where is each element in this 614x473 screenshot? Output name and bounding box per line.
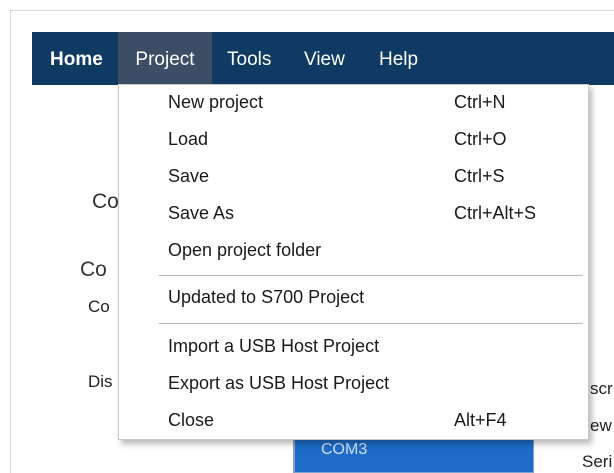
menu-item-import-usb-host[interactable]: Import a USB Host Project <box>119 329 588 366</box>
menu-item-open-project-folder[interactable]: Open project folder <box>119 233 588 270</box>
menu-item-new-project[interactable]: New project Ctrl+N <box>119 85 588 122</box>
background-label-fragment: Dis <box>88 372 113 391</box>
menu-item-shortcut: Alt+F4 <box>454 410 507 430</box>
background-text-fragment: ew <box>590 416 612 435</box>
background-heading-fragment: Co <box>92 190 119 213</box>
menu-home[interactable]: Home <box>50 32 103 85</box>
menu-project[interactable]: Project <box>118 32 212 85</box>
menu-view[interactable]: View <box>304 32 345 85</box>
menu-item-label: New project <box>168 92 264 112</box>
menu-bar: Home Project Tools View Help <box>32 32 614 85</box>
menu-item-shortcut: Ctrl+N <box>454 92 506 112</box>
background-text-fragment: scr <box>590 379 613 398</box>
menu-item-save[interactable]: Save Ctrl+S <box>119 159 588 196</box>
project-menu-dropdown: New project Ctrl+N Load Ctrl+O Save Ctrl… <box>118 84 589 440</box>
menu-tools[interactable]: Tools <box>227 32 271 85</box>
menu-item-export-usb-host[interactable]: Export as USB Host Project <box>119 366 588 403</box>
menu-item-close[interactable]: Close Alt+F4 <box>119 403 588 440</box>
menu-item-label: Updated to S700 Project <box>168 287 365 307</box>
background-section-fragment: Co <box>80 258 107 281</box>
menu-item-save-as[interactable]: Save As Ctrl+Alt+S <box>119 196 588 233</box>
menu-item-label: Save As <box>168 203 235 223</box>
menu-item-label: Close <box>168 410 215 430</box>
menu-item-label: Export as USB Host Project <box>168 373 390 393</box>
port-label: COM3 <box>321 441 368 458</box>
menu-separator <box>159 323 583 324</box>
menu-item-updated-to-s700[interactable]: Updated to S700 Project <box>119 280 588 317</box>
menu-help[interactable]: Help <box>379 32 418 85</box>
menu-item-shortcut: Ctrl+O <box>454 129 507 149</box>
menu-item-shortcut: Ctrl+S <box>454 166 505 186</box>
menu-separator <box>159 275 583 276</box>
background-text-fragment: Seri <box>582 452 613 471</box>
menu-item-load[interactable]: Load Ctrl+O <box>119 122 588 159</box>
background-label-fragment: Co <box>88 297 110 316</box>
menu-item-shortcut: Ctrl+Alt+S <box>454 203 537 223</box>
menu-item-label: Load <box>168 129 209 149</box>
menu-item-label: Import a USB Host Project <box>168 336 380 356</box>
menu-item-label: Open project folder <box>168 240 322 260</box>
menu-item-label: Save <box>168 166 210 186</box>
